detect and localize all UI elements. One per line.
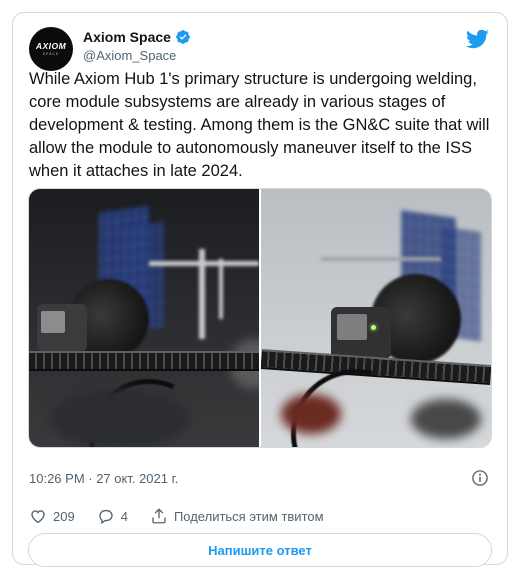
twitter-bird-icon[interactable] — [465, 27, 489, 51]
share-action[interactable]: Поделиться этим твитом — [150, 507, 324, 525]
like-action[interactable]: 209 — [29, 507, 75, 525]
avatar[interactable]: AXIOM SPACE — [29, 27, 73, 71]
like-count: 209 — [53, 508, 75, 524]
handle[interactable]: @Axiom_Space — [83, 48, 191, 63]
reply-count: 4 — [120, 508, 128, 524]
heart-icon — [31, 510, 45, 524]
tweet-timestamp[interactable]: 10:26 PM · 27 окт. 2021 г. — [29, 471, 178, 486]
reply-button[interactable]: Напишите ответ — [28, 533, 492, 567]
display-name[interactable]: Axiom Space — [83, 29, 171, 45]
media-photo-1[interactable] — [29, 189, 259, 447]
tweet-card: AXIOM SPACE Axiom Space @Axiom_Space Whi… — [12, 12, 508, 567]
tweet-text: While Axiom Hub 1's primary structure is… — [29, 70, 490, 180]
share-label: Поделиться этим твитом — [173, 508, 324, 524]
media-photo-2[interactable] — [261, 189, 491, 447]
info-icon[interactable] — [471, 469, 489, 487]
tweet-actions: 209 4 Поделиться этим твитом — [29, 507, 346, 525]
share-icon — [152, 508, 166, 524]
media-gallery — [28, 188, 492, 448]
comment-icon — [99, 509, 113, 525]
author-names: Axiom Space @Axiom_Space — [83, 29, 191, 63]
reply-action[interactable]: 4 — [97, 507, 128, 525]
avatar-logo-text: AXIOM — [35, 41, 67, 51]
verified-badge-icon — [176, 30, 190, 44]
avatar-logo-subtext: SPACE — [42, 51, 60, 56]
display-name-row: Axiom Space — [83, 29, 191, 45]
